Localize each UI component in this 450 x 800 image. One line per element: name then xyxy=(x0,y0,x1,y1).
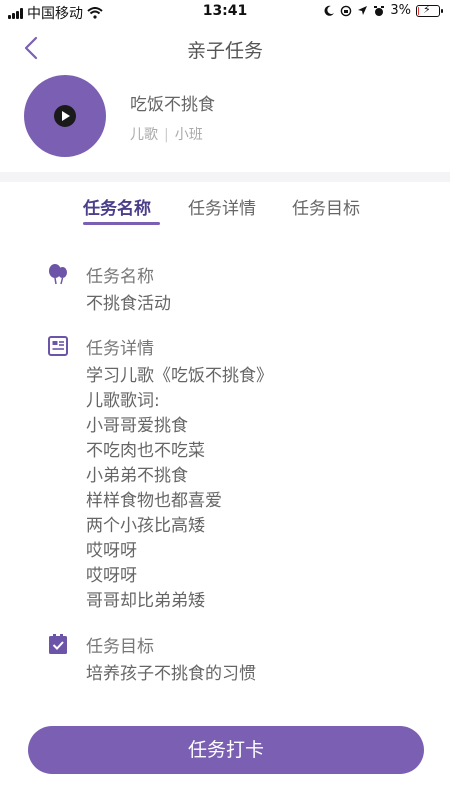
detail-line: 不吃肉也不吃菜 xyxy=(86,441,205,461)
detail-line: 哎呀呀 xyxy=(86,541,137,561)
task-detail-lines: 学习儿歌《吃饭不挑食》 儿歌歌词: 小哥哥爱挑食 不吃肉也不吃菜 小弟弟不挑食 … xyxy=(86,364,426,614)
alarm-icon xyxy=(374,5,385,16)
battery-icon: ⚡ xyxy=(416,2,443,17)
tab-task-detail[interactable]: 任务详情 xyxy=(188,194,256,219)
detail-line: 哥哥却比弟弟矮 xyxy=(86,591,205,611)
section-task-goal: 任务目标 培养孩子不挑食的习惯 xyxy=(46,632,426,687)
check-in-button[interactable]: 任务打卡 xyxy=(28,726,424,774)
battery-percent: 3% xyxy=(390,3,411,18)
tab-bar: 任务名称 任务详情 任务目标 xyxy=(0,192,450,232)
section-label: 任务名称 xyxy=(86,266,154,287)
location-arrow-icon xyxy=(358,6,368,15)
song-cover[interactable] xyxy=(24,75,106,157)
charging-bolt-icon: ⚡ xyxy=(423,2,431,16)
task-name-value: 不挑食活动 xyxy=(86,294,171,314)
song-meta: 儿歌 | 小班 xyxy=(130,124,203,144)
tab-active-indicator xyxy=(83,222,160,225)
tab-task-name[interactable]: 任务名称 xyxy=(83,194,151,219)
clipboard-check-icon xyxy=(46,632,70,656)
lock-rotation-icon xyxy=(341,5,352,16)
song-title: 吃饭不挑食 xyxy=(130,95,215,115)
detail-line: 样样食物也都喜爱 xyxy=(86,491,222,511)
moon-icon xyxy=(324,5,335,16)
song-header: 吃饭不挑食 儿歌 | 小班 xyxy=(0,72,450,172)
section-label: 任务目标 xyxy=(86,636,154,657)
detail-line: 小弟弟不挑食 xyxy=(86,466,188,486)
detail-line: 哎呀呀 xyxy=(86,566,137,586)
section-label: 任务详情 xyxy=(86,338,154,359)
section-divider xyxy=(0,172,450,182)
play-icon[interactable] xyxy=(54,105,76,127)
document-icon xyxy=(46,334,70,358)
detail-line: 小哥哥爱挑食 xyxy=(86,416,188,436)
status-bar: 中国移动 13:41 3% ⚡ xyxy=(0,0,450,24)
balloon-icon xyxy=(46,262,70,286)
tab-task-goal[interactable]: 任务目标 xyxy=(292,194,360,219)
page-title: 亲子任务 xyxy=(186,40,263,62)
detail-line: 学习儿歌《吃饭不挑食》 xyxy=(86,366,273,386)
song-level: 小班 xyxy=(174,127,203,143)
section-task-name: 任务名称 不挑食活动 xyxy=(46,262,426,317)
nav-bar: 亲子任务 xyxy=(0,26,450,70)
task-goal-value: 培养孩子不挑食的习惯 xyxy=(86,664,256,684)
song-category: 儿歌 xyxy=(130,127,158,143)
detail-line: 两个小孩比高矮 xyxy=(86,516,205,536)
detail-line: 儿歌歌词: xyxy=(86,391,160,411)
section-task-detail: 任务详情 学习儿歌《吃饭不挑食》 儿歌歌词: 小哥哥爱挑食 不吃肉也不吃菜 小弟… xyxy=(46,334,426,614)
status-right: 3% ⚡ xyxy=(323,2,443,18)
meta-separator: | xyxy=(164,127,169,143)
